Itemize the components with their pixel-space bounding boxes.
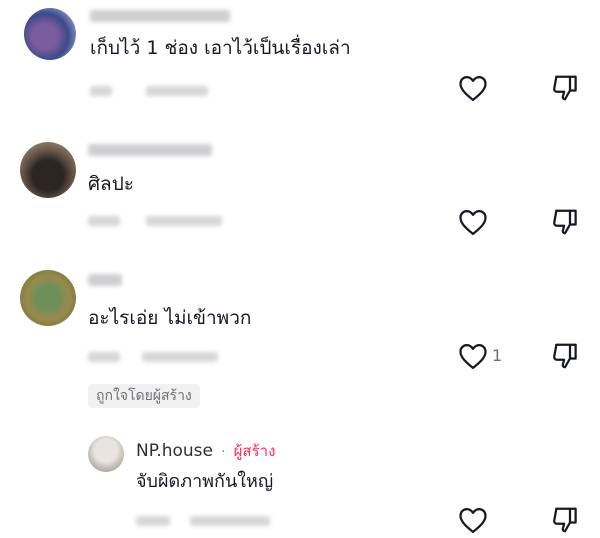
reply-link-blurred[interactable]: [146, 86, 208, 96]
like-count: 1: [492, 346, 503, 365]
separator-dot: ·: [221, 444, 226, 460]
commenter-username-blurred[interactable]: [88, 274, 122, 286]
reply-link-blurred[interactable]: [190, 516, 270, 526]
dislike-icon[interactable]: [550, 73, 580, 103]
comment-item: อะไรเอ่ย ไม่เข้าพวก 1 ถูกใจโดยผู้สร้าง: [0, 262, 600, 422]
comment-text: เก็บไว้ 1 ช่อง เอาไว้เป็นเรื่องเล่า: [90, 37, 351, 59]
creator-badge: ผู้สร้าง: [233, 442, 276, 460]
dislike-icon[interactable]: [550, 341, 580, 371]
comment-meta-blurred: [88, 352, 120, 362]
comment-item: เก็บไว้ 1 ช่อง เอาไว้เป็นเรื่องเล่า: [0, 0, 600, 125]
reply-link-blurred[interactable]: [146, 216, 222, 226]
commenter-username-blurred[interactable]: [88, 144, 212, 156]
reply-text: จับผิดภาพกันใหญ่: [136, 471, 274, 492]
creator-reply: NP.house · ผู้สร้าง จับผิดภาพกันใหญ่: [0, 430, 600, 538]
like-heart-icon[interactable]: [458, 74, 488, 102]
comment-text: ศิลปะ: [88, 173, 134, 195]
creator-username[interactable]: NP.house: [136, 441, 213, 461]
reply-meta-blurred: [136, 516, 170, 526]
dislike-icon[interactable]: [550, 505, 580, 535]
creator-avatar[interactable]: [88, 436, 124, 472]
commenter-avatar[interactable]: [20, 142, 76, 198]
comment-meta-blurred: [90, 86, 112, 96]
comment-meta-blurred: [88, 216, 120, 226]
like-heart-icon[interactable]: [458, 342, 488, 370]
comment-item: ศิลปะ: [0, 130, 600, 255]
commenter-avatar[interactable]: [20, 270, 76, 326]
reply-header: NP.house · ผู้สร้าง: [136, 440, 275, 463]
comment-text: อะไรเอ่ย ไม่เข้าพวก: [88, 307, 252, 329]
reply-link-blurred[interactable]: [142, 352, 218, 362]
commenter-username-blurred[interactable]: [90, 10, 230, 22]
like-heart-icon[interactable]: [458, 208, 488, 236]
commenter-avatar[interactable]: [24, 8, 76, 60]
like-heart-icon[interactable]: [458, 506, 488, 534]
dislike-icon[interactable]: [550, 207, 580, 237]
liked-by-creator-badge: ถูกใจโดยผู้สร้าง: [88, 384, 200, 408]
